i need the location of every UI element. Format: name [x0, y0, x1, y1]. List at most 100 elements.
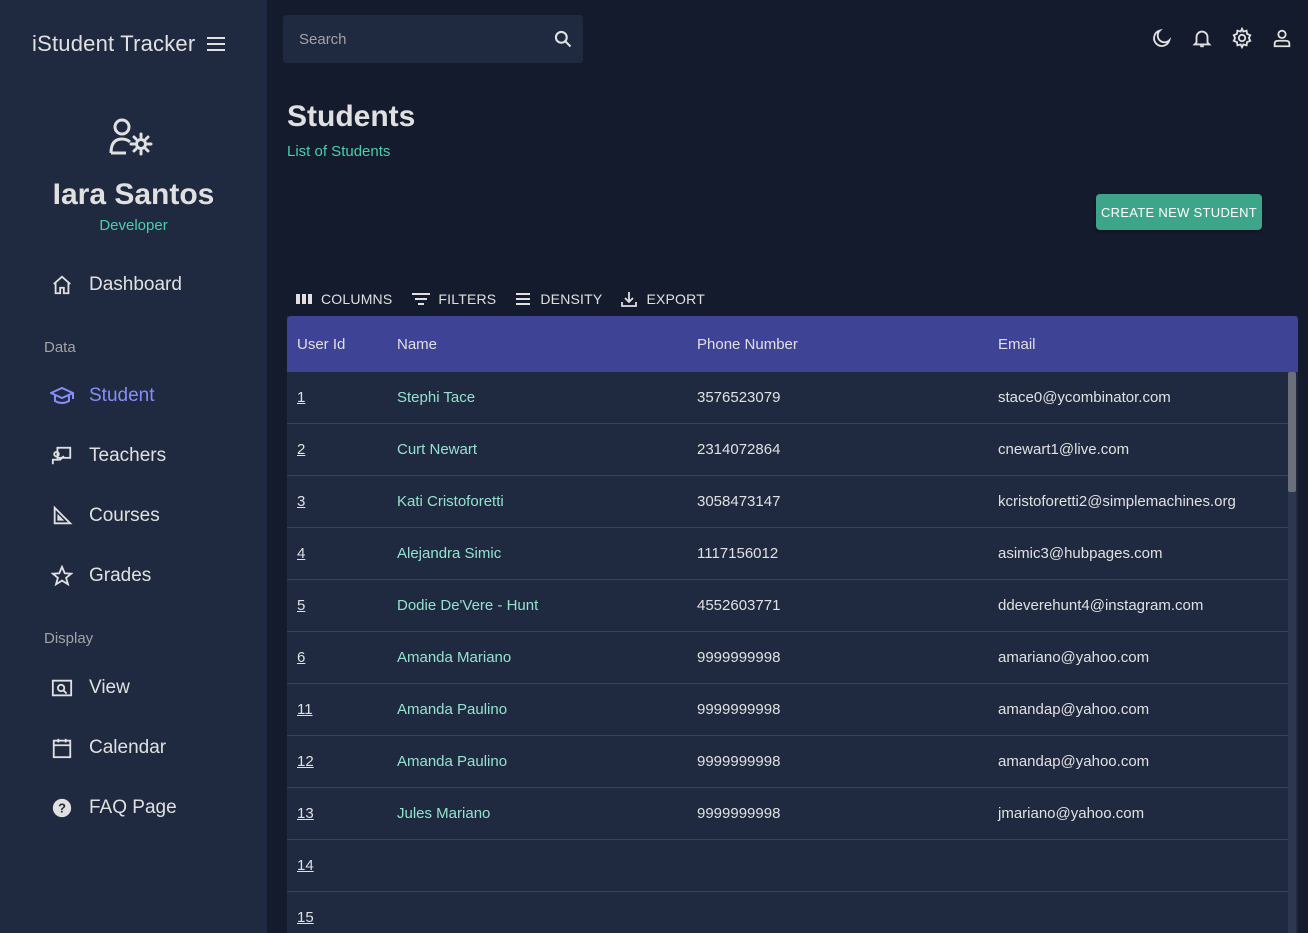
cell-user-id[interactable]: 1	[287, 389, 387, 406]
columns-icon	[295, 290, 313, 308]
cell-user-id[interactable]: 5	[287, 597, 387, 614]
cell-phone: 9999999998	[697, 753, 781, 770]
cell-user-id[interactable]: 11	[287, 701, 387, 718]
sidebar-item-courses[interactable]: Courses	[50, 501, 160, 531]
density-label: DENSITY	[540, 291, 603, 307]
school-icon	[50, 384, 74, 408]
page-subtitle: List of Students	[287, 143, 391, 160]
table-row[interactable]: 11 Amanda Paulino 9999999998 amandap@yah…	[287, 684, 1288, 736]
download-icon	[620, 290, 638, 308]
table-row[interactable]: 4 Alejandra Simic 1117156012 asimic3@hub…	[287, 528, 1288, 580]
cell-email: kcristoforetti2@simplemachines.org	[998, 493, 1236, 510]
user-gear-icon	[109, 118, 153, 156]
home-icon	[50, 273, 74, 297]
sidebar-item-student[interactable]: Student	[50, 381, 155, 411]
cell-phone: 9999999998	[697, 701, 781, 718]
nav-section-display: Display	[44, 630, 94, 647]
cell-user-id[interactable]: 13	[287, 805, 387, 822]
person-icon[interactable]	[1270, 26, 1294, 50]
cell-user-id[interactable]: 4	[287, 545, 387, 562]
column-header-user-id[interactable]: User Id	[287, 336, 387, 353]
vertical-scrollbar[interactable]	[1288, 372, 1296, 933]
app-title: iStudent Tracker	[32, 31, 196, 56]
bell-icon[interactable]	[1190, 26, 1214, 50]
cell-user-id[interactable]: 6	[287, 649, 387, 666]
sidebar-item-dashboard[interactable]: Dashboard	[50, 270, 182, 300]
cell-user-id[interactable]: 3	[287, 493, 387, 510]
cell-phone: 3058473147	[697, 493, 781, 510]
star-icon	[50, 564, 74, 588]
column-header-phone[interactable]: Phone Number	[687, 336, 988, 353]
cell-name: Curt Newart	[397, 441, 478, 458]
filters-button[interactable]: FILTERS	[404, 290, 504, 308]
sidebar-item-label: Calendar	[89, 737, 167, 758]
sidebar-item-label: Courses	[89, 505, 160, 526]
gear-icon[interactable]	[1230, 26, 1254, 50]
sidebar-item-teachers[interactable]: Teachers	[50, 441, 166, 471]
sidebar-item-grades[interactable]: Grades	[50, 561, 151, 591]
cell-name: Dodie De'Vere - Hunt	[397, 597, 539, 614]
column-header-email[interactable]: Email	[988, 336, 1288, 353]
cell-name: Amanda Paulino	[397, 753, 508, 770]
cell-user-id[interactable]: 14	[287, 857, 387, 874]
brand: iStudent Tracker	[32, 28, 226, 60]
cell-name: Jules Mariano	[397, 805, 491, 822]
sidebar-item-calendar[interactable]: Calendar	[50, 733, 166, 763]
teacher-board-icon	[50, 444, 74, 468]
table-header: User Id Name Phone Number Email	[287, 316, 1298, 372]
filters-label: FILTERS	[438, 291, 497, 307]
column-header-name[interactable]: Name	[387, 336, 687, 353]
cell-phone: 3576523079	[697, 389, 781, 406]
create-new-student-button[interactable]: CREATE NEW STUDENT	[1096, 194, 1262, 230]
table-row[interactable]: 3 Kati Cristoforetti 3058473147 kcristof…	[287, 476, 1288, 528]
sidebar-item-label: Student	[89, 385, 155, 406]
table-row[interactable]: 13 Jules Mariano 9999999998 jmariano@yah…	[287, 788, 1288, 840]
students-table: User Id Name Phone Number Email 1 Stephi…	[287, 316, 1298, 933]
search-bar	[283, 15, 583, 63]
cell-phone: 1117156012	[697, 545, 779, 562]
table-row[interactable]: 6 Amanda Mariano 9999999998 amariano@yah…	[287, 632, 1288, 684]
cell-phone: 2314072864	[697, 441, 781, 458]
cell-user-id[interactable]: 15	[287, 909, 387, 926]
sidebar-item-label: FAQ Page	[89, 797, 177, 818]
cell-user-id[interactable]: 12	[287, 753, 387, 770]
table-row[interactable]: 12 Amanda Paulino 9999999998 amandap@yah…	[287, 736, 1288, 788]
columns-label: COLUMNS	[321, 291, 393, 307]
page-title: Students	[287, 100, 416, 133]
moon-icon[interactable]	[1150, 26, 1174, 50]
table-row[interactable]: 5 Dodie De'Vere - Hunt 4552603771 ddever…	[287, 580, 1288, 632]
cell-phone: 9999999998	[697, 649, 781, 666]
table-body: 1 Stephi Tace 3576523079 stace0@ycombina…	[287, 372, 1298, 933]
sidebar-item-faq[interactable]: ? FAQ Page	[50, 793, 177, 823]
table-row[interactable]: 2 Curt Newart 2314072864 cnewart1@live.c…	[287, 424, 1288, 476]
search-window-icon	[50, 676, 74, 700]
cell-user-id[interactable]: 2	[287, 441, 387, 458]
density-button[interactable]: DENSITY	[506, 290, 610, 308]
cell-email: amandap@yahoo.com	[998, 701, 1150, 718]
table-row[interactable]: 1 Stephi Tace 3576523079 stace0@ycombina…	[287, 372, 1288, 424]
export-button[interactable]: EXPORT	[612, 290, 713, 308]
calendar-icon	[50, 736, 74, 760]
density-icon	[514, 290, 532, 308]
export-label: EXPORT	[646, 291, 705, 307]
cell-email: cnewart1@live.com	[998, 441, 1130, 458]
cell-email: amariano@yahoo.com	[998, 649, 1150, 666]
profile-name: Iara Santos	[52, 178, 215, 211]
hamburger-icon[interactable]	[207, 37, 226, 51]
table-row[interactable]: 14	[287, 840, 1288, 892]
cell-email: stace0@ycombinator.com	[998, 389, 1171, 406]
sidebar: iStudent Tracker Iara Santos Developer D…	[0, 0, 267, 933]
triangle-ruler-icon	[50, 504, 74, 528]
search-icon[interactable]	[543, 15, 583, 63]
sidebar-item-label: Teachers	[89, 445, 167, 466]
table-row[interactable]: 15	[287, 892, 1288, 933]
topbar-icons	[1134, 26, 1294, 50]
sidebar-item-label: View	[89, 677, 130, 698]
cell-email: asimic3@hubpages.com	[998, 545, 1163, 562]
sidebar-item-label: Grades	[89, 565, 152, 586]
cell-email: amandap@yahoo.com	[998, 753, 1150, 770]
search-input[interactable]	[283, 30, 543, 48]
sidebar-item-view[interactable]: View	[50, 673, 130, 703]
columns-button[interactable]: COLUMNS	[287, 290, 400, 308]
scrollbar-thumb[interactable]	[1288, 372, 1296, 492]
